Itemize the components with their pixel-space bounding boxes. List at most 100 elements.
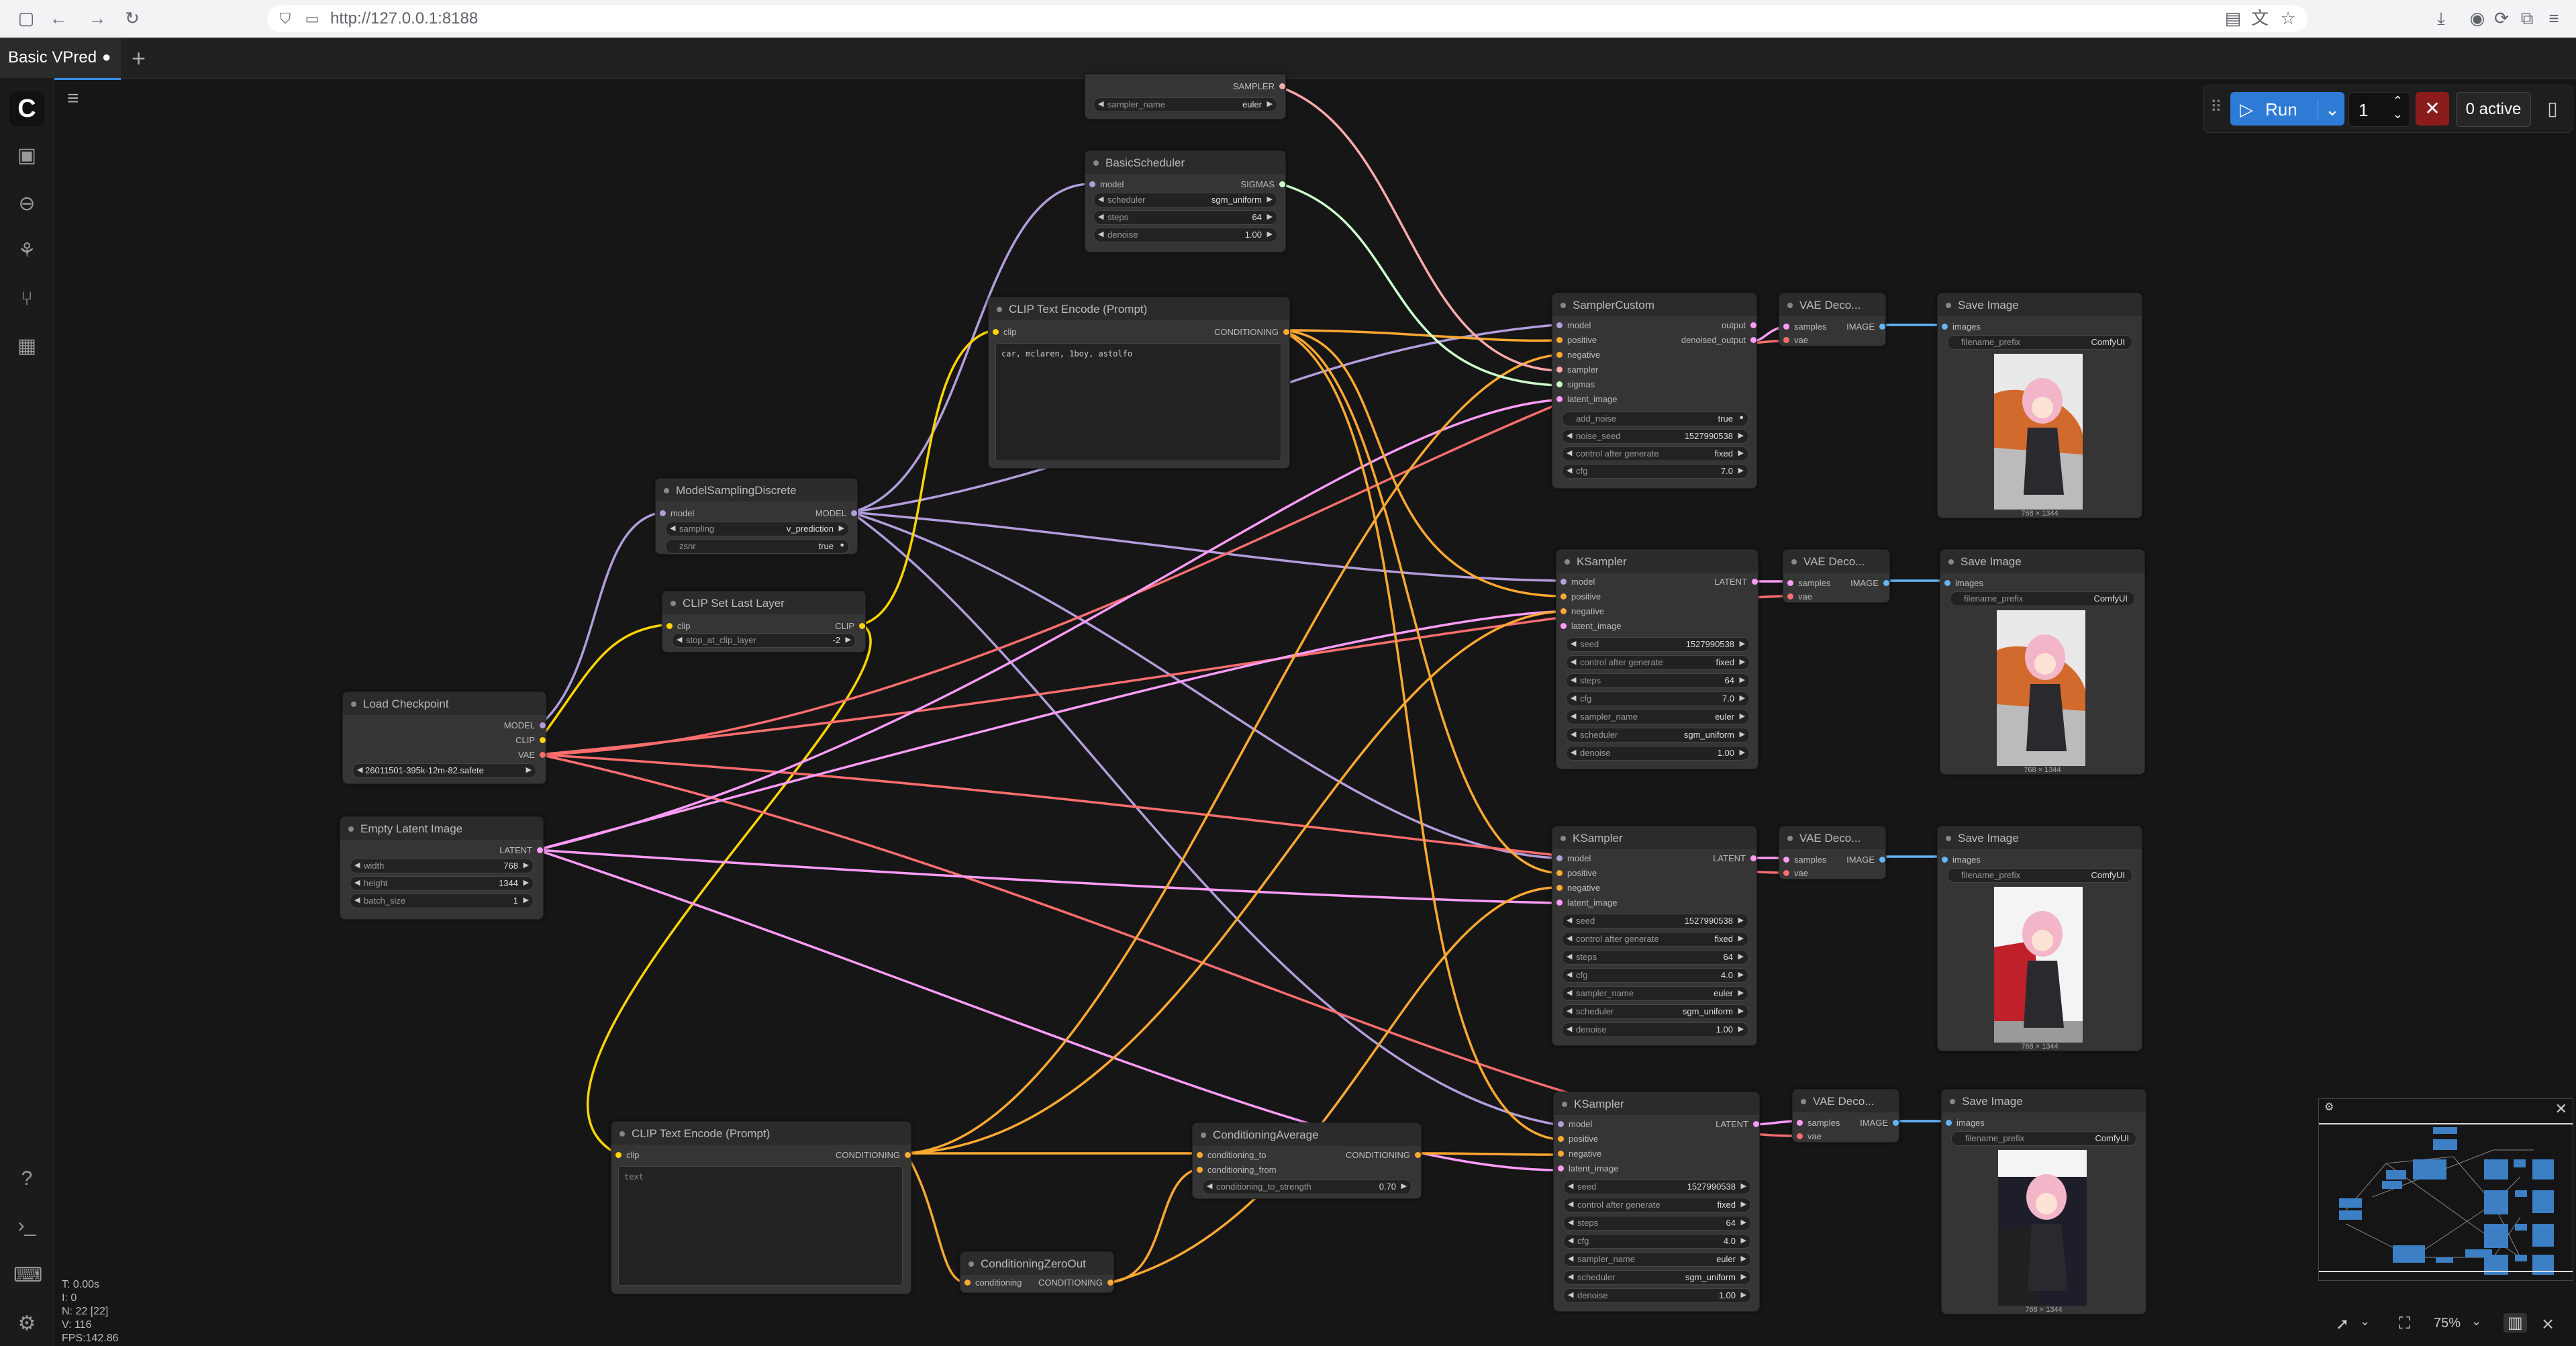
- decrement-arrow-icon[interactable]: ◀: [1098, 212, 1103, 221]
- latent-image-input[interactable]: latent_image: [1556, 394, 1617, 404]
- negative-input[interactable]: negative: [1558, 1149, 1601, 1159]
- decrement-arrow-icon[interactable]: ◀: [1567, 431, 1572, 440]
- active-queue-button[interactable]: 0 active: [2456, 92, 2531, 127]
- decrement-arrow-icon[interactable]: ◀: [1568, 1218, 1573, 1227]
- filename-prefix-widget[interactable]: filename_prefix ComfyUI: [1947, 335, 2132, 350]
- ksampler-node-3[interactable]: KSampler model positive negative latent_imag…: [1553, 1092, 1760, 1312]
- scheduler-widget[interactable]: ◀ scheduler sgm_uniform ▶: [1563, 1270, 1751, 1285]
- decrement-arrow-icon[interactable]: ◀: [1567, 952, 1572, 961]
- increment-arrow-icon[interactable]: ▶: [1741, 1182, 1746, 1190]
- denoised-output[interactable]: denoised_output: [1681, 335, 1757, 345]
- decrement-arrow-icon[interactable]: ◀: [1568, 1200, 1573, 1208]
- collapse-dot-icon[interactable]: [1801, 1099, 1806, 1104]
- collapse-dot-icon[interactable]: [1791, 559, 1797, 565]
- filename-prefix-widget[interactable]: filename_prefix ComfyUI: [1947, 868, 2132, 883]
- decrement-arrow-icon[interactable]: ◀: [1571, 748, 1576, 757]
- decrement-arrow-icon[interactable]: ◀: [1567, 970, 1572, 979]
- node-title[interactable]: CLIP Text Encode (Prompt): [989, 297, 1289, 320]
- prompt-textarea[interactable]: car, mclaren, 1boy, astolfo: [995, 343, 1281, 461]
- increment-arrow-icon[interactable]: ▶: [1738, 1024, 1744, 1033]
- clip-set-last-layer-node[interactable]: CLIP Set Last Layer clip CLIP ◀ stop_at_…: [662, 591, 866, 653]
- node-title[interactable]: VAE Deco...: [1793, 1090, 1899, 1112]
- decrement-arrow-icon[interactable]: ◀: [1567, 916, 1572, 924]
- increment-arrow-icon[interactable]: ▶: [1738, 466, 1744, 475]
- select-pointer-icon[interactable]: ➚: [2336, 1314, 2349, 1334]
- model-input[interactable]: model: [1089, 179, 1124, 189]
- negative-input[interactable]: negative: [1556, 350, 1600, 360]
- chevron-down-icon[interactable]: ⌄: [2360, 1314, 2370, 1329]
- model-output[interactable]: MODEL: [504, 720, 546, 730]
- decrement-arrow-icon[interactable]: ◀: [1568, 1272, 1573, 1281]
- increment-arrow-icon[interactable]: ▶: [1741, 1218, 1746, 1227]
- decrement-arrow-icon[interactable]: ◀: [1571, 693, 1576, 702]
- decrement-arrow-icon[interactable]: ◀: [354, 861, 360, 869]
- collapse-dot-icon[interactable]: [1946, 836, 1951, 841]
- denoise-widget[interactable]: ◀ denoise 1.00 ▶: [1562, 1022, 1748, 1037]
- increment-arrow-icon[interactable]: ▶: [1740, 748, 1745, 757]
- decrement-arrow-icon[interactable]: ◀: [354, 878, 360, 887]
- toggle-panel-icon[interactable]: ▯: [2539, 92, 2566, 126]
- model-input[interactable]: model: [1556, 853, 1591, 863]
- node-title[interactable]: VAE Deco...: [1783, 550, 1889, 573]
- cfg-widget[interactable]: ◀ cfg 4.0 ▶: [1563, 1234, 1751, 1249]
- model-input[interactable]: model: [1561, 577, 1595, 587]
- vae-decode-node-3[interactable]: VAE Deco... samples vae IMAGE: [1792, 1089, 1899, 1143]
- increment-arrow-icon[interactable]: ▶: [1401, 1182, 1407, 1190]
- conditioning-zero-out-node[interactable]: ConditioningZeroOut conditioning CONDITI…: [960, 1251, 1114, 1293]
- increment-arrow-icon[interactable]: ▶: [1738, 970, 1744, 979]
- decrement-arrow-icon[interactable]: ◀: [1568, 1254, 1573, 1263]
- collapse-dot-icon[interactable]: [1946, 303, 1951, 308]
- decrement-arrow-icon[interactable]: ◀: [1571, 657, 1576, 666]
- increment-arrow-icon[interactable]: ▶: [1741, 1236, 1746, 1245]
- negative-input[interactable]: negative: [1556, 883, 1600, 893]
- decrement-arrow-icon[interactable]: ◀: [1567, 1006, 1572, 1015]
- sampler-output[interactable]: SAMPLER: [1233, 81, 1286, 91]
- clip-input[interactable]: clip: [993, 327, 1017, 337]
- decrement-arrow-icon[interactable]: ◀: [1571, 639, 1576, 648]
- node-title[interactable]: KSampler: [1552, 826, 1756, 849]
- increment-arrow-icon[interactable]: ▶: [1738, 1006, 1744, 1015]
- increment-arrow-icon[interactable]: ▶: [1740, 675, 1745, 684]
- image-output[interactable]: IMAGE: [1860, 1118, 1899, 1128]
- increment-arrow-icon[interactable]: ▶: [1738, 448, 1744, 457]
- node-title[interactable]: BasicScheduler: [1085, 151, 1285, 174]
- ckpt-name-widget[interactable]: ◀ 26011501-395k-12m-82.safete ▶: [352, 763, 536, 778]
- cfg-widget[interactable]: ◀ cfg 4.0 ▶: [1562, 968, 1748, 983]
- positive-input[interactable]: positive: [1558, 1134, 1598, 1144]
- cancel-run-button[interactable]: ✕: [2416, 92, 2449, 126]
- vae-input[interactable]: vae: [1787, 591, 1812, 602]
- latent-output[interactable]: LATENT: [499, 845, 543, 855]
- link-visibility-icon[interactable]: ⨯: [2541, 1314, 2555, 1334]
- collapse-dot-icon[interactable]: [620, 1131, 625, 1137]
- node-title[interactable]: SamplerCustom: [1552, 293, 1756, 316]
- decrement-arrow-icon[interactable]: ◀: [677, 635, 682, 644]
- stepper-down-icon[interactable]: ⌄: [2393, 107, 2403, 122]
- minimap-settings-icon[interactable]: ⚙: [2324, 1100, 2334, 1114]
- output-output[interactable]: output: [1722, 320, 1757, 330]
- sampler-name-widget[interactable]: ◀ sampler_name euler ▶: [1563, 1252, 1751, 1267]
- denoise-widget[interactable]: ◀ denoise 1.00 ▶: [1566, 746, 1750, 761]
- conditioning-to-input[interactable]: conditioning_to: [1197, 1150, 1266, 1160]
- stepper-up-icon[interactable]: ⌃: [2393, 94, 2403, 108]
- conditioning-output[interactable]: CONDITIONING: [1214, 327, 1290, 337]
- collapse-dot-icon[interactable]: [1201, 1133, 1206, 1138]
- increment-arrow-icon[interactable]: ▶: [1741, 1272, 1746, 1281]
- images-input[interactable]: images: [1944, 578, 1983, 588]
- steps-widget[interactable]: ◀ steps 64 ▶: [1093, 210, 1277, 225]
- node-title[interactable]: Save Image: [1938, 826, 2142, 849]
- prompt-textarea[interactable]: text: [618, 1166, 903, 1286]
- clip-input[interactable]: clip: [615, 1150, 640, 1160]
- chevron-down-icon[interactable]: ⌄: [2471, 1314, 2481, 1329]
- increment-arrow-icon[interactable]: ▶: [1740, 730, 1745, 738]
- latent-image-input[interactable]: latent_image: [1556, 898, 1617, 908]
- clip-text-encode-positive-node[interactable]: CLIP Text Encode (Prompt) clip CONDITION…: [988, 297, 1290, 469]
- negative-input[interactable]: negative: [1561, 606, 1604, 616]
- node-title[interactable]: ConditioningZeroOut: [960, 1252, 1113, 1275]
- increment-arrow-icon[interactable]: ▶: [1738, 916, 1744, 924]
- increment-arrow-icon[interactable]: ▶: [1738, 934, 1744, 943]
- model-sampling-discrete-node[interactable]: ModelSamplingDiscrete model MODEL ◀ samp…: [655, 478, 858, 555]
- increment-arrow-icon[interactable]: ▶: [524, 896, 529, 904]
- increment-arrow-icon[interactable]: ▶: [526, 765, 532, 774]
- vae-decode-node-0[interactable]: VAE Deco... samples vae IMAGE: [1779, 293, 1886, 346]
- steps-widget[interactable]: ◀ steps 64 ▶: [1562, 950, 1748, 965]
